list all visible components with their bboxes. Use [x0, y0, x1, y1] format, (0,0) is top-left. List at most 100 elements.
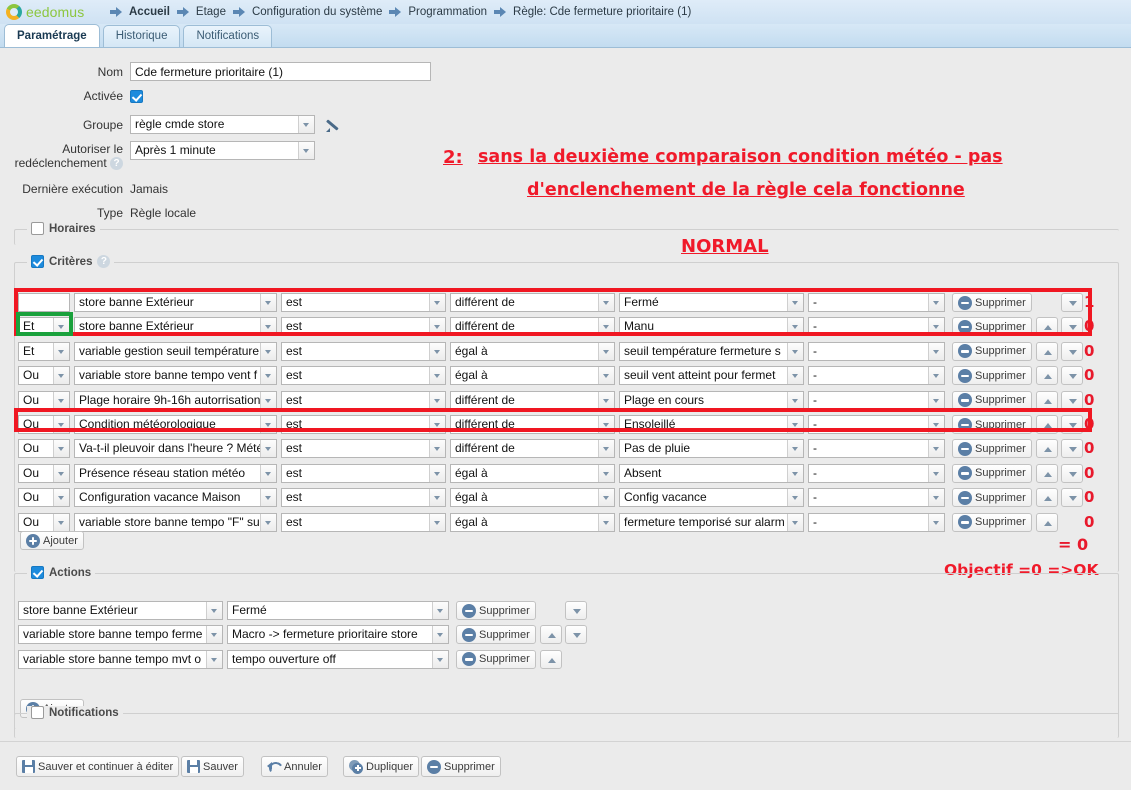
criteria-verb-select[interactable]: est	[281, 341, 446, 361]
criteria-device-select[interactable]: variable store banne tempo vent f	[74, 366, 277, 386]
move-up-button[interactable]	[539, 649, 562, 669]
move-up-button[interactable]	[1035, 439, 1058, 459]
move-down-button[interactable]	[1060, 341, 1083, 361]
move-down-button[interactable]	[564, 601, 587, 620]
move-up-button[interactable]	[1035, 390, 1058, 410]
criteria-comparator-select[interactable]: égal à	[450, 512, 615, 532]
breadcrumb-item-4[interactable]: Programmation	[382, 6, 487, 18]
criteria-extra-select[interactable]: -	[808, 341, 945, 361]
criteria-verb-select[interactable]: est	[281, 439, 446, 459]
criteria-value-select[interactable]: Pas de pluie	[619, 439, 804, 459]
criteria-device-select[interactable]: Présence réseau station météo	[74, 463, 277, 483]
criteria-device-select[interactable]: variable gestion seuil température	[74, 341, 277, 361]
criteria-value-select[interactable]: Config vacance	[619, 488, 804, 508]
cancel-button[interactable]: Annuler	[261, 756, 328, 777]
criteria-comparator-select[interactable]: égal à	[450, 463, 615, 483]
row-delete-button[interactable]: Supprimer	[456, 625, 536, 645]
move-down-button[interactable]	[1060, 463, 1083, 483]
action-device-select[interactable]: variable store banne tempo mvt o	[18, 649, 223, 669]
move-down-button[interactable]	[564, 625, 587, 645]
criteria-extra-select[interactable]: -	[808, 439, 945, 459]
tab-2[interactable]: Historique	[102, 25, 181, 47]
move-up-button[interactable]	[1035, 488, 1058, 508]
groupe-select[interactable]: règle cmde store	[130, 115, 315, 134]
criteria-extra-select[interactable]: -	[808, 463, 945, 483]
criteria-extra-select[interactable]: -	[808, 390, 945, 410]
breadcrumb-item-2[interactable]: Etage	[170, 6, 226, 18]
row-delete-button[interactable]: Supprimer	[952, 512, 1032, 532]
criteria-value-select[interactable]: seuil vent atteint pour fermet	[619, 366, 804, 386]
action-value-select[interactable]: Macro -> fermeture prioritaire store	[227, 625, 449, 645]
move-down-button[interactable]	[1060, 439, 1083, 459]
criteria-operator-select[interactable]: Et	[18, 341, 70, 361]
criteria-device-select[interactable]: Plage horaire 9h-16h autorrisation	[74, 390, 277, 410]
breadcrumb-item-3[interactable]: Configuration du système	[226, 6, 382, 18]
action-value-select[interactable]: tempo ouverture off	[227, 649, 449, 669]
criteria-value-select[interactable]: seuil température fermeture s	[619, 341, 804, 361]
criteria-device-select[interactable]: Va-t-il pleuvoir dans l'heure ? Météo	[74, 439, 277, 459]
criteria-verb-select[interactable]: est	[281, 488, 446, 508]
move-down-button[interactable]	[1060, 488, 1083, 508]
move-down-button[interactable]	[1060, 390, 1083, 410]
move-up-button[interactable]	[1035, 341, 1058, 361]
criteria-operator-select[interactable]: Ou	[18, 488, 70, 508]
move-up-button[interactable]	[1035, 463, 1058, 483]
actions-checkbox[interactable]	[31, 566, 44, 579]
save-button[interactable]: Sauver	[181, 756, 244, 777]
criteria-device-select[interactable]: variable store banne tempo "F" su	[74, 512, 277, 532]
criteria-value-select[interactable]: Plage en cours	[619, 390, 804, 410]
criteria-value-select[interactable]: Absent	[619, 463, 804, 483]
tab-1[interactable]: Paramétrage	[4, 24, 100, 47]
move-up-button[interactable]	[1035, 512, 1058, 532]
criteria-operator-select[interactable]: Ou	[18, 463, 70, 483]
move-up-button[interactable]	[539, 625, 562, 645]
criteria-comparator-select[interactable]: égal à	[450, 488, 615, 508]
criteria-value-select[interactable]: fermeture temporisé sur alarm	[619, 512, 804, 532]
redeclenchement-select[interactable]: Après 1 minute	[130, 141, 315, 160]
criteria-operator-select[interactable]: Ou	[18, 439, 70, 459]
help-icon[interactable]: ?	[110, 157, 123, 171]
action-value-select[interactable]: Fermé	[227, 601, 449, 620]
criteria-device-select[interactable]: Configuration vacance Maison	[74, 488, 277, 508]
row-delete-button[interactable]: Supprimer	[456, 601, 536, 620]
notifications-checkbox[interactable]	[31, 706, 44, 719]
criteria-add-button[interactable]: Ajouter	[20, 531, 84, 550]
criteria-verb-select[interactable]: est	[281, 390, 446, 410]
criteria-extra-select[interactable]: -	[808, 366, 945, 386]
action-device-select[interactable]: store banne Extérieur	[18, 601, 223, 620]
action-device-select[interactable]: variable store banne tempo ferme	[18, 625, 223, 645]
row-delete-button[interactable]: Supprimer	[952, 341, 1032, 361]
horaires-checkbox[interactable]	[31, 222, 44, 235]
edit-pencil-icon[interactable]	[325, 117, 343, 133]
eedomus-logo[interactable]: eedomus	[0, 4, 110, 20]
criteria-operator-select[interactable]: Ou	[18, 512, 70, 532]
tab-3[interactable]: Notifications	[183, 25, 273, 47]
activee-checkbox[interactable]	[130, 89, 143, 103]
row-delete-button[interactable]: Supprimer	[952, 488, 1032, 508]
move-down-button[interactable]	[1060, 366, 1083, 386]
breadcrumb-item-5[interactable]: Règle: Cde fermeture prioritaire (1)	[487, 6, 691, 18]
criteria-comparator-select[interactable]: égal à	[450, 366, 615, 386]
criteria-extra-select[interactable]: -	[808, 512, 945, 532]
criteria-verb-select[interactable]: est	[281, 463, 446, 483]
criteria-comparator-select[interactable]: égal à	[450, 341, 615, 361]
row-delete-button[interactable]: Supprimer	[456, 649, 536, 669]
row-delete-button[interactable]: Supprimer	[952, 463, 1032, 483]
help-icon[interactable]: ?	[97, 255, 111, 268]
criteria-verb-select[interactable]: est	[281, 366, 446, 386]
criteria-extra-select[interactable]: -	[808, 488, 945, 508]
delete-button[interactable]: Supprimer	[421, 756, 501, 777]
save-and-continue-button[interactable]: Sauver et continuer à éditer	[16, 756, 180, 777]
criteria-verb-select[interactable]: est	[281, 512, 446, 532]
breadcrumb-item-1[interactable]: Accueil	[110, 6, 170, 18]
nom-input[interactable]	[130, 62, 431, 81]
move-up-button[interactable]	[1035, 366, 1058, 386]
criteria-comparator-select[interactable]: différent de	[450, 439, 615, 459]
row-delete-button[interactable]: Supprimer	[952, 439, 1032, 459]
criteria-operator-select[interactable]: Ou	[18, 366, 70, 386]
criteres-checkbox[interactable]	[31, 255, 44, 268]
criteria-comparator-select[interactable]: différent de	[450, 390, 615, 410]
row-delete-button[interactable]: Supprimer	[952, 390, 1032, 410]
duplicate-button[interactable]: Dupliquer	[343, 756, 420, 777]
row-delete-button[interactable]: Supprimer	[952, 366, 1032, 386]
